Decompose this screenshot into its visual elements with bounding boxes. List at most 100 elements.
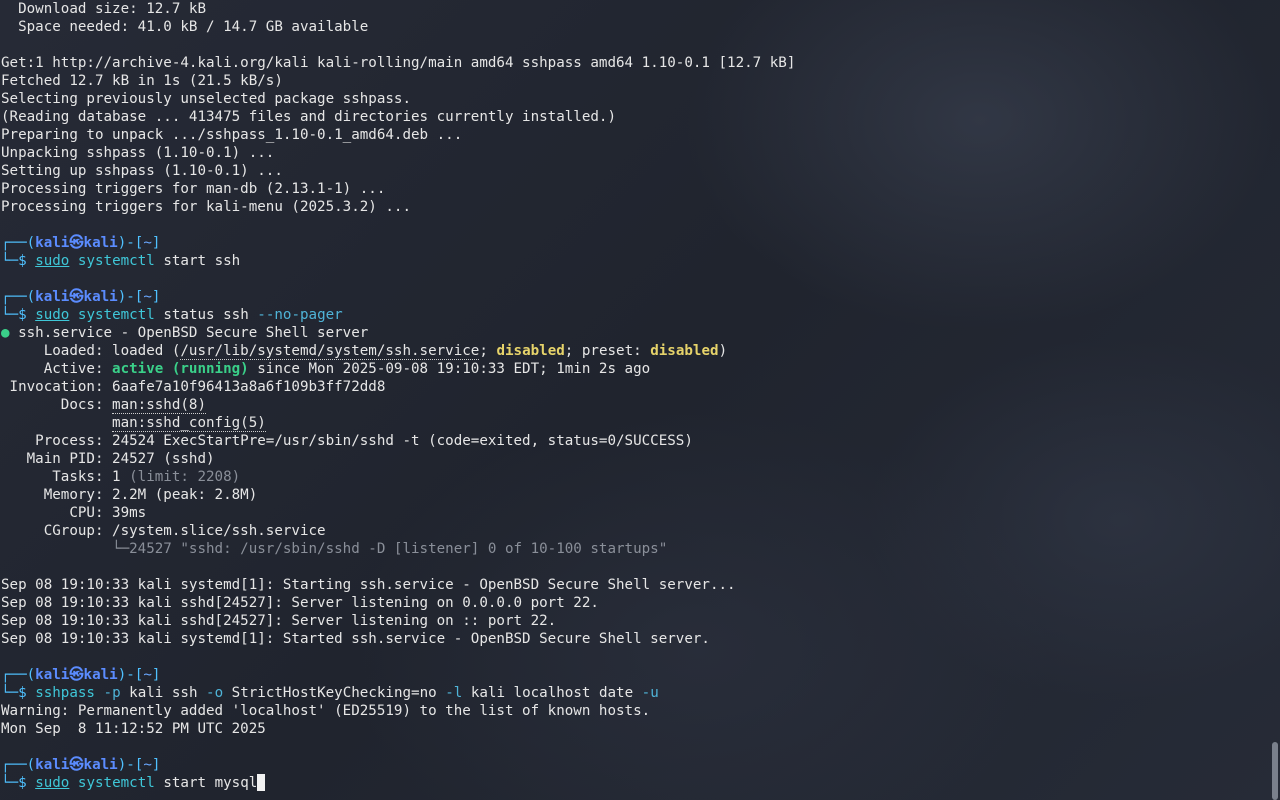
apt-line: Fetched 12.7 kB in 1s (21.5 kB/s) bbox=[1, 73, 283, 89]
status-cgroup-child: └─24527 "sshd: /usr/sbin/sshd -D [listen… bbox=[1, 540, 1268, 558]
command-sudo: sudo bbox=[35, 775, 70, 791]
status-loaded: Loaded: loaded (/usr/lib/systemd/system/… bbox=[1, 342, 1268, 360]
field-value: 39ms bbox=[112, 505, 147, 521]
apt-line: Setting up sshpass (1.10-0.1) ... bbox=[1, 163, 283, 179]
docs-link[interactable]: man:sshd(8) bbox=[112, 397, 207, 414]
command-args: kali ssh bbox=[120, 685, 198, 701]
prompt-dollar: $ bbox=[18, 685, 36, 701]
field-label: Tasks: bbox=[1, 469, 113, 485]
field-value: loaded ( bbox=[112, 343, 181, 359]
shell-prompt: ┌──(kali㉿kali)-[~] bbox=[1, 234, 1268, 252]
prompt-at-symbol: ㉿ bbox=[69, 667, 84, 683]
service-title: ● ssh.service - OpenBSD Secure Shell ser… bbox=[1, 324, 1268, 342]
prompt-frame: └─ bbox=[1, 685, 19, 701]
prompt-dollar: $ bbox=[18, 253, 36, 269]
prompt-user: kali bbox=[35, 667, 70, 683]
command-option: -l bbox=[436, 685, 463, 701]
prompt-frame: ] bbox=[151, 757, 161, 773]
field-value: 2.2M (peak: 2.8M) bbox=[112, 487, 258, 503]
field-value: /system.slice/ssh.service bbox=[112, 523, 326, 539]
output-line: Mon Sep 8 11:12:52 PM UTC 2025 bbox=[1, 721, 266, 737]
shell-prompt: ┌──(kali㉿kali)-[~] bbox=[1, 288, 1268, 306]
prompt-frame: )-[ bbox=[117, 235, 144, 251]
apt-line: Download size: 12.7 kB bbox=[1, 1, 206, 17]
field-label: Docs: bbox=[1, 397, 113, 413]
prompt-at-symbol: ㉿ bbox=[69, 289, 84, 305]
cgroup-process: └─24527 "sshd: /usr/sbin/sshd -D [listen… bbox=[112, 541, 668, 557]
text-cursor bbox=[257, 774, 266, 791]
status-active: Active: active (running) since Mon 2025-… bbox=[1, 360, 1268, 378]
command-program: systemctl bbox=[77, 775, 155, 791]
prompt-frame: )-[ bbox=[117, 757, 144, 773]
prompt-frame: └─ bbox=[1, 253, 19, 269]
command-args: status ssh bbox=[154, 307, 258, 323]
shell-prompt: ┌──(kali㉿kali)-[~] bbox=[1, 666, 1268, 684]
scrollbar-thumb[interactable] bbox=[1272, 742, 1278, 800]
prompt-host: kali bbox=[83, 757, 118, 773]
status-memory: Memory: 2.2M (peak: 2.8M) bbox=[1, 486, 1268, 504]
apt-line: Selecting previously unselected package … bbox=[1, 91, 411, 107]
command-program: systemctl bbox=[77, 307, 155, 323]
status-docs: Docs: man:sshd(8) bbox=[1, 396, 1268, 414]
apt-line: Processing triggers for kali-menu (2025.… bbox=[1, 199, 411, 215]
prompt-at-symbol: ㉿ bbox=[69, 235, 84, 251]
field-value: 24524 ExecStartPre=/usr/sbin/sshd -t (co… bbox=[112, 433, 693, 449]
docs-link[interactable]: man:sshd_config(5) bbox=[112, 415, 266, 432]
prompt-frame: ┌──( bbox=[1, 757, 36, 773]
command-sudo: sudo bbox=[35, 307, 70, 323]
field-label: Invocation: bbox=[1, 379, 113, 395]
field-label: Active: bbox=[1, 361, 113, 377]
journal-line: Sep 08 19:10:33 kali systemd[1]: Started… bbox=[1, 631, 710, 647]
prompt-frame: )-[ bbox=[117, 289, 144, 305]
apt-line: (Reading database ... 413475 files and d… bbox=[1, 109, 616, 125]
command-program: sshpass bbox=[35, 685, 95, 701]
terminal-output[interactable]: Download size: 12.7 kB Space needed: 41.… bbox=[1, 0, 1268, 792]
prompt-frame: ┌──( bbox=[1, 667, 36, 683]
command-args: StrictHostKeyChecking=no bbox=[223, 685, 437, 701]
prompt-user: kali bbox=[35, 235, 70, 251]
field-label: Memory: bbox=[1, 487, 113, 503]
command-args: kali localhost date bbox=[462, 685, 634, 701]
prompt-dir: ~ bbox=[143, 757, 152, 773]
tasks-limit: (limit: 2208) bbox=[120, 469, 241, 485]
prompt-frame: └─ bbox=[1, 307, 19, 323]
command-args: start ssh bbox=[154, 253, 241, 269]
journal-line: Sep 08 19:10:33 kali sshd[24527]: Server… bbox=[1, 613, 557, 629]
command-line: └─$ sshpass -p kali ssh -o StrictHostKey… bbox=[1, 684, 1268, 702]
prompt-frame: └─ bbox=[1, 775, 19, 791]
unit-file-link[interactable]: /usr/lib/systemd/system/ssh.service bbox=[180, 343, 480, 360]
apt-line: Processing triggers for man-db (2.13.1-1… bbox=[1, 181, 386, 197]
command-option: -o bbox=[197, 685, 224, 701]
prompt-frame: )-[ bbox=[117, 667, 144, 683]
prompt-at-symbol: ㉿ bbox=[69, 757, 84, 773]
apt-line: Preparing to unpack .../sshpass_1.10-0.1… bbox=[1, 127, 463, 143]
command-option: -p bbox=[94, 685, 121, 701]
field-label bbox=[1, 541, 112, 557]
prompt-dir: ~ bbox=[143, 289, 152, 305]
field-label: CPU: bbox=[1, 505, 113, 521]
field-value: ; bbox=[479, 343, 497, 359]
apt-line: Unpacking sshpass (1.10-0.1) ... bbox=[1, 145, 275, 161]
prompt-host: kali bbox=[83, 667, 118, 683]
command-line: └─$ sudo systemctl status ssh --no-pager bbox=[1, 306, 1268, 324]
prompt-frame: ] bbox=[151, 667, 161, 683]
active-state: active (running) bbox=[112, 361, 249, 377]
command-option: --no-pager bbox=[257, 307, 343, 323]
field-value: 1 bbox=[112, 469, 121, 485]
command-input-line[interactable]: └─$ sudo systemctl start mysql bbox=[1, 774, 1268, 792]
prompt-frame: ┌──( bbox=[1, 289, 36, 305]
prompt-host: kali bbox=[83, 289, 118, 305]
prompt-dir: ~ bbox=[143, 235, 152, 251]
status-cpu: CPU: 39ms bbox=[1, 504, 1268, 522]
command-sudo: sudo bbox=[35, 253, 70, 269]
prompt-dollar: $ bbox=[18, 307, 36, 323]
scrollbar-track[interactable] bbox=[1270, 0, 1280, 800]
field-label bbox=[1, 415, 112, 431]
prompt-dir: ~ bbox=[143, 667, 152, 683]
prompt-user: kali bbox=[35, 289, 70, 305]
status-docs: man:sshd_config(5) bbox=[1, 414, 1268, 432]
